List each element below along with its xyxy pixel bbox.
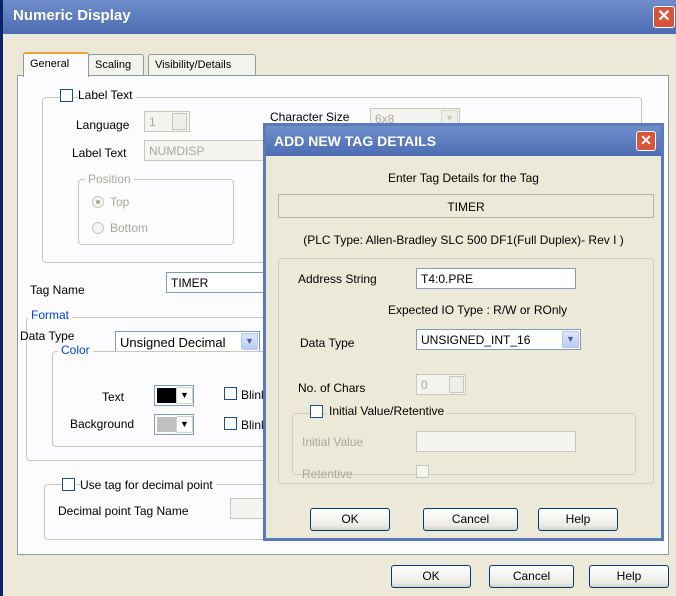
tag-name-value: TIMER: [171, 276, 209, 290]
dialog-data-type-value: UNSIGNED_INT_16: [421, 333, 531, 347]
position-bottom-radio: [92, 222, 104, 234]
dialog-tag-name-box: TIMER: [278, 194, 654, 218]
label-text-field: NUMDISP: [144, 140, 270, 161]
use-tag-decimal-checkbox[interactable]: [62, 478, 75, 491]
text-blink-checkbox[interactable]: [224, 387, 237, 400]
position-top-label: Top: [110, 195, 130, 209]
plc-type-label: (PLC Type: Allen-Bradley SLC 500 DF1(Ful…: [303, 233, 624, 247]
position-legend: Position: [85, 172, 134, 186]
window-title: Numeric Display: [13, 7, 131, 24]
dropdown-arrow-icon[interactable]: ▼: [562, 331, 579, 348]
label-text-value: NUMDISP: [149, 144, 205, 158]
dropdown-arrow-icon[interactable]: ▼: [176, 387, 193, 404]
tab-general[interactable]: General: [23, 52, 89, 77]
initial-value-label: Initial Value: [302, 435, 364, 449]
dialog-titlebar[interactable]: ADD NEW TAG DETAILS ✕: [266, 126, 661, 156]
address-string-field[interactable]: T4:0.PRE: [416, 268, 576, 289]
language-label: Language: [76, 118, 130, 132]
dialog-data-type-select[interactable]: UNSIGNED_INT_16: [416, 329, 581, 350]
background-color-label: Background: [70, 417, 135, 431]
position-top-radio: [92, 196, 104, 208]
window-titlebar[interactable]: Numeric Display ✕: [3, 0, 676, 34]
data-type-value: Unsigned Decimal: [120, 335, 226, 350]
retentive-checkbox: [416, 465, 429, 478]
position-group: [78, 179, 234, 245]
dialog-cancel-button[interactable]: Cancel: [423, 508, 518, 531]
color-legend: Color: [58, 343, 93, 357]
close-icon[interactable]: ✕: [653, 6, 675, 28]
cancel-button[interactable]: Cancel: [489, 565, 574, 588]
no-of-chars-value: 0: [421, 378, 428, 392]
background-blink-checkbox[interactable]: [224, 417, 237, 430]
tab-visibility-details[interactable]: Visibility/Details: [148, 54, 256, 76]
data-type-select[interactable]: Unsigned Decimal: [115, 331, 260, 352]
close-icon[interactable]: ✕: [636, 131, 656, 151]
label-text-checkbox[interactable]: [60, 89, 73, 102]
text-color-swatch: [157, 388, 177, 403]
expected-io-label: Expected IO Type : R/W or ROnly: [388, 303, 568, 317]
dialog-ok-button[interactable]: OK: [310, 508, 390, 531]
initial-value-retentive-checkbox[interactable]: [310, 405, 323, 418]
data-type-label: Data Type: [20, 329, 75, 343]
character-size-label: Character Size: [270, 110, 350, 124]
label-text-checkbox-label: Label Text: [78, 88, 136, 102]
ok-button[interactable]: OK: [391, 565, 471, 588]
position-bottom-label: Bottom: [110, 221, 149, 235]
initial-value-retentive-label: Initial Value/Retentive: [327, 404, 447, 418]
background-color-swatch: [157, 417, 177, 432]
use-tag-decimal-label: Use tag for decimal point: [80, 478, 216, 492]
tab-scaling[interactable]: Scaling: [88, 54, 144, 76]
address-string-value: T4:0.PRE: [421, 272, 474, 286]
tag-name-label: Tag Name: [30, 283, 85, 297]
initial-value-field: [416, 431, 576, 452]
help-button[interactable]: Help: [589, 565, 669, 588]
spinner-icon: [172, 113, 187, 130]
dropdown-arrow-icon[interactable]: ▼: [241, 333, 258, 350]
add-new-tag-dialog: ADD NEW TAG DETAILS ✕ Enter Tag Details …: [263, 123, 664, 541]
dialog-heading: Enter Tag Details for the Tag: [388, 171, 539, 185]
dialog-title: ADD NEW TAG DETAILS: [274, 133, 437, 149]
format-legend: Format: [28, 308, 73, 322]
dialog-tag-name: TIMER: [447, 200, 485, 214]
dropdown-arrow-icon[interactable]: ▼: [176, 416, 193, 433]
language-value: 1: [149, 115, 156, 129]
address-string-label: Address String: [298, 272, 377, 286]
label-text-label: Label Text: [72, 146, 127, 160]
spinner-icon: [449, 376, 464, 393]
text-color-label: Text: [102, 390, 125, 404]
decimal-tag-name-label: Decimal point Tag Name: [58, 504, 189, 518]
retentive-label: Retentive: [302, 467, 353, 481]
dialog-data-type-label: Data Type: [300, 336, 355, 350]
dialog-help-button[interactable]: Help: [538, 508, 618, 531]
no-of-chars-label: No. of Chars: [298, 381, 366, 395]
